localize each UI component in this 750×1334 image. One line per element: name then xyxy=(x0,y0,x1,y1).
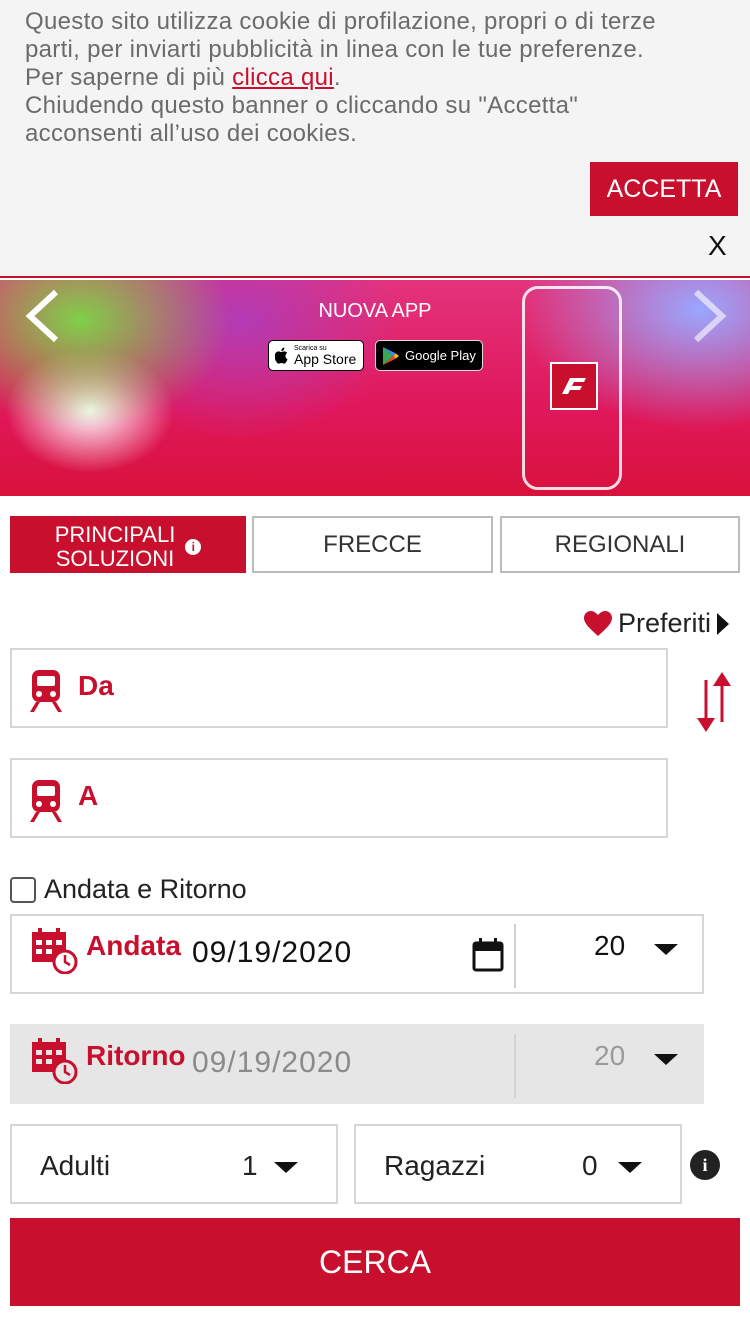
calendar-clock-icon xyxy=(32,1038,78,1084)
tab-principali-soluzioni[interactable]: PRINCIPALI SOLUZIONI i xyxy=(10,516,246,573)
adults-value: 1 xyxy=(242,1150,258,1181)
search-button[interactable]: CERCA xyxy=(10,1218,740,1306)
to-station-input[interactable]: A xyxy=(10,758,668,838)
google-play-badge[interactable]: Google Play xyxy=(375,340,483,371)
favorites-link[interactable]: Preferiti xyxy=(584,608,730,639)
info-icon[interactable]: i xyxy=(185,539,202,555)
chevron-down-icon[interactable] xyxy=(654,944,678,955)
divider xyxy=(514,1034,516,1098)
cookie-line-3: Per saperne di più clicca qui. xyxy=(25,64,725,92)
from-station-input[interactable]: Da xyxy=(10,648,668,728)
round-trip-label: Andata e Ritorno xyxy=(44,874,247,904)
tab-principali-line-1: PRINCIPALI xyxy=(54,522,176,547)
return-date-row: Ritorno 09/19/2020 20 xyxy=(10,1024,704,1104)
info-icon[interactable]: i xyxy=(690,1150,720,1180)
cookie-info-link[interactable]: clicca qui xyxy=(232,64,334,91)
train-icon xyxy=(30,670,62,712)
calendar-icon[interactable] xyxy=(472,938,504,972)
cookie-line-3-suffix: . xyxy=(333,64,341,91)
cookie-line-3-prefix: Per saperne di più xyxy=(25,64,233,91)
outbound-label: Andata xyxy=(86,930,181,961)
swap-stations-icon[interactable] xyxy=(694,670,734,734)
favorites-label: Preferiti xyxy=(618,608,712,638)
round-trip-checkbox[interactable] xyxy=(10,876,36,903)
adults-select[interactable]: Adulti 1 xyxy=(10,1124,338,1204)
app-promo-banner: NUOVA APP Scarica su App Store Google Pl… xyxy=(0,280,750,496)
caret-right-icon xyxy=(717,612,730,635)
tab-regionali[interactable]: REGIONALI xyxy=(500,516,740,573)
return-label: Ritorno xyxy=(86,1040,186,1071)
app-store-badge[interactable]: Scarica su App Store xyxy=(268,340,364,371)
outbound-date-input[interactable]: 09/19/2020 xyxy=(192,936,352,970)
hero-title: NUOVA APP xyxy=(318,300,432,322)
round-trip-option[interactable]: Andata e Ritorno xyxy=(10,874,247,905)
outbound-date-row: Andata 09/19/2020 20 xyxy=(10,914,704,994)
chevron-left-icon[interactable] xyxy=(22,288,62,353)
accept-cookies-button[interactable]: ACCETTA xyxy=(590,162,738,216)
cookie-line-5: acconsenti all’uso dei cookies. xyxy=(25,120,358,147)
cookie-line-2: parti, per inviarti pubblicità in linea … xyxy=(25,36,644,63)
return-date-input: 09/19/2020 xyxy=(192,1046,353,1079)
google-play-icon xyxy=(383,346,399,365)
cookie-line-4: Chiudendo questo banner o cliccando su "… xyxy=(25,92,579,119)
chevron-right-icon[interactable] xyxy=(690,288,730,353)
divider xyxy=(514,924,516,988)
kids-select[interactable]: Ragazzi 0 xyxy=(354,1124,682,1204)
tab-principali-line-2: SOLUZIONI xyxy=(55,546,175,571)
adults-label: Adulti xyxy=(40,1150,111,1181)
cookie-banner: Questo sito utilizza cookie di profilazi… xyxy=(0,0,750,278)
kids-value: 0 xyxy=(582,1150,598,1181)
from-label: Da xyxy=(78,670,114,701)
google-play-label: Google Play xyxy=(405,348,476,363)
chevron-down-icon[interactable] xyxy=(274,1162,298,1173)
heart-icon xyxy=(584,610,612,636)
chevron-down-icon xyxy=(654,1054,678,1065)
app-store-label: App Store xyxy=(294,351,357,367)
outbound-hour-select[interactable]: 20 xyxy=(594,930,625,962)
tab-frecce[interactable]: FRECCE xyxy=(252,516,493,573)
apple-icon xyxy=(275,347,288,364)
return-hour-select: 20 xyxy=(594,1040,626,1071)
chevron-down-icon[interactable] xyxy=(618,1162,642,1173)
trenitalia-logo-icon xyxy=(550,362,598,410)
cookie-line-1: Questo sito utilizza cookie di profilazi… xyxy=(25,8,656,35)
kids-label: Ragazzi xyxy=(384,1150,486,1181)
close-banner-button[interactable]: X xyxy=(708,230,727,262)
cookie-message: Questo sito utilizza cookie di profilazi… xyxy=(25,8,725,148)
to-label: A xyxy=(78,780,99,811)
calendar-clock-icon xyxy=(32,928,78,974)
train-icon xyxy=(30,780,62,822)
